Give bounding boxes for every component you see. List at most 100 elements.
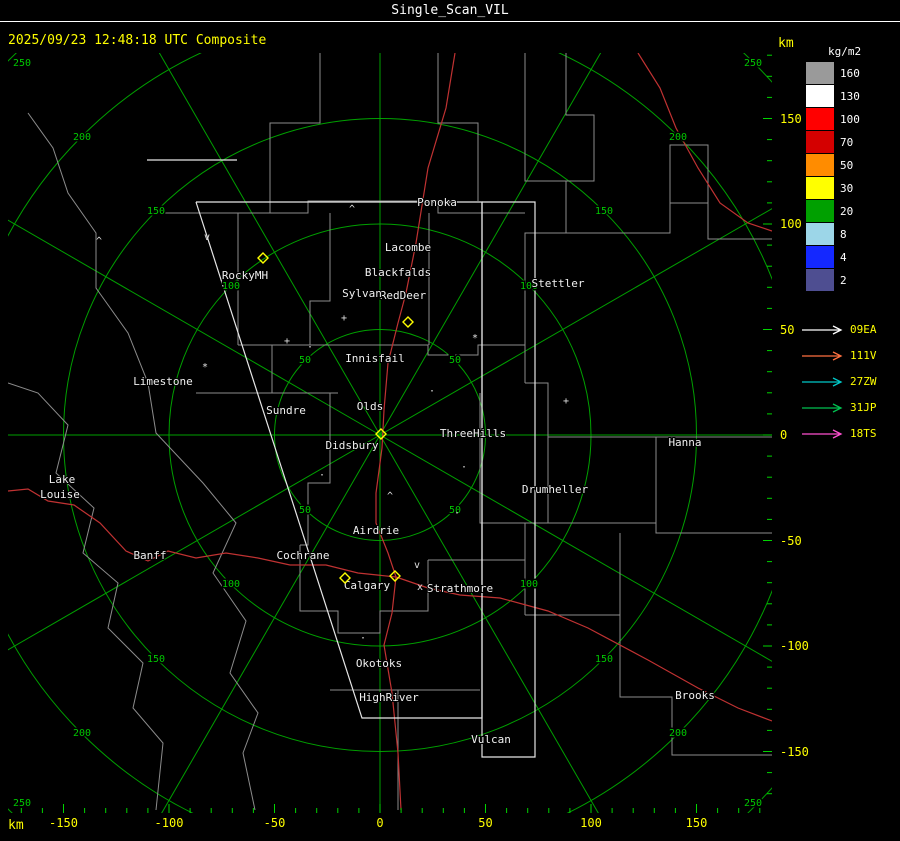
town-label-threehills: ThreeHills <box>440 427 506 440</box>
x-axis-tick-label: 100 <box>580 816 602 830</box>
scan-timestamp: 2025/09/23 12:48:18 UTC Composite <box>8 33 267 48</box>
radial-line <box>8 219 381 436</box>
boundary-line <box>437 53 479 201</box>
scale-value: 2 <box>840 273 847 287</box>
boundary-line <box>479 393 525 524</box>
town-label-ponoka: Ponoka <box>417 196 457 209</box>
point-symbol: * <box>202 362 208 373</box>
x-axis-tick-label: -50 <box>263 816 286 830</box>
town-label-sundre: Sundre <box>266 404 306 417</box>
station-id: 31JP <box>850 401 877 414</box>
town-label-didsbury: Didsbury <box>326 439 379 452</box>
town-label-highriver: HighRiver <box>359 691 419 704</box>
town-label-reddeer: RedDeer <box>380 289 427 302</box>
title-bar: Single_Scan_VIL <box>0 0 900 22</box>
town-labels: Ponoka Lacombe Blackfalds RedDeerSylvan Rock… <box>39 195 716 747</box>
ring-label: 150 <box>147 206 165 217</box>
scale-value: 160 <box>840 66 860 80</box>
point-symbol: x <box>417 582 423 593</box>
scale-entry: 70 <box>800 131 898 153</box>
window-title: Single_Scan_VIL <box>391 3 509 18</box>
scale-value: 20 <box>840 204 854 218</box>
radial-line <box>158 53 381 436</box>
scale-swatch <box>806 246 834 268</box>
town-label-rockymh: RockyMH <box>222 269 268 282</box>
boundary-line <box>269 53 321 213</box>
scale-value: 8 <box>840 227 847 241</box>
radial-line <box>161 434 381 813</box>
storm-motion-arrow-icon <box>802 402 843 413</box>
scale-value: 30 <box>840 181 854 195</box>
station-id: 27ZW <box>850 375 877 388</box>
scale-entry: 100 <box>800 108 898 130</box>
y-axis-tick-label: -150 <box>780 744 809 759</box>
town-label-louise: Louise <box>40 488 80 501</box>
y-axis-unit-label: km <box>778 36 794 51</box>
scale-value: 50 <box>840 158 854 172</box>
ring-label: 100 <box>222 281 240 292</box>
boundary-line <box>8 382 164 811</box>
scale-entry: 50 <box>800 154 898 176</box>
scale-entry: 8 <box>800 223 898 245</box>
scale-swatch <box>806 269 834 291</box>
scan-area-outlines <box>147 159 536 758</box>
town-label-drumheller: Drumheller <box>522 483 589 496</box>
radar-site-diamond-icon <box>402 316 414 328</box>
station-id: 111V <box>850 349 877 362</box>
town-label-vulcan: Vulcan <box>471 733 511 746</box>
boundary-line <box>148 200 525 214</box>
ring-label: 250 <box>744 58 762 69</box>
point-symbol: ^ <box>387 491 393 502</box>
station-row: 18TS <box>800 421 898 446</box>
scale-value: 100 <box>840 112 860 126</box>
ring-label: 50 <box>299 505 311 516</box>
x-axis-tick-label: 50 <box>478 816 493 830</box>
scale-value: 130 <box>840 89 860 103</box>
point-symbol: ^ <box>96 236 102 247</box>
scale-value: 70 <box>840 135 854 149</box>
scale-entry: 30 <box>800 177 898 199</box>
town-label-blackfalds: Blackfalds <box>365 266 431 279</box>
scale-swatch <box>806 108 834 130</box>
y-axis-tick-label: -100 <box>780 639 809 653</box>
scale-swatch <box>806 62 834 84</box>
station-id: 09EA <box>850 323 877 336</box>
point-symbol: · <box>454 508 460 519</box>
x-axis-unit-label: km <box>8 818 24 833</box>
ring-label: 250 <box>744 798 762 809</box>
point-symbol: + <box>284 336 290 347</box>
boundary-line <box>548 522 772 534</box>
scale-swatch <box>806 200 834 222</box>
town-label-banff: Banff <box>133 549 166 562</box>
ring-label: 200 <box>669 132 687 143</box>
station-legend: 09EA 111V 27ZW 31JP 18TS <box>800 317 898 446</box>
storm-motion-arrow-icon <box>802 350 843 361</box>
scale-swatch <box>806 177 834 199</box>
ring-label: 200 <box>73 132 91 143</box>
scale-entry: 130 <box>800 85 898 107</box>
town-label-lacombe: Lacombe <box>385 241 431 254</box>
boundary-line <box>525 382 772 438</box>
radar-display-window: Single_Scan_VIL 2025/09/23 12:48:18 UTC … <box>0 0 900 841</box>
legend-panel: kg/m2 160 130 100 70 50 30 20 8 4 2 09EA 111V 27ZW 3… <box>800 45 898 446</box>
highway-line <box>395 576 772 722</box>
town-label-sylvan: Sylvan <box>342 287 382 300</box>
highway-line <box>637 53 772 232</box>
x-axis-tick-label: -150 <box>49 816 78 830</box>
ring-label: 250 <box>13 798 31 809</box>
ring-label: 100 <box>222 579 240 590</box>
scale-swatch <box>806 154 834 176</box>
boundary-line <box>525 614 772 756</box>
scale-value: 4 <box>840 250 847 264</box>
town-label-cochrane: Cochrane <box>277 549 330 562</box>
highway-line <box>8 488 397 578</box>
ring-label: 200 <box>73 728 91 739</box>
station-row: 09EA <box>800 317 898 342</box>
scale-entry: 2 <box>800 269 898 291</box>
ring-label: 150 <box>595 206 613 217</box>
scale-entry: 160 <box>800 62 898 84</box>
x-axis-tick-label: 150 <box>685 816 708 830</box>
point-symbol: * <box>472 333 478 344</box>
y-axis-tick-label: -50 <box>780 533 802 548</box>
town-label-okotoks: Okotoks <box>356 657 402 670</box>
